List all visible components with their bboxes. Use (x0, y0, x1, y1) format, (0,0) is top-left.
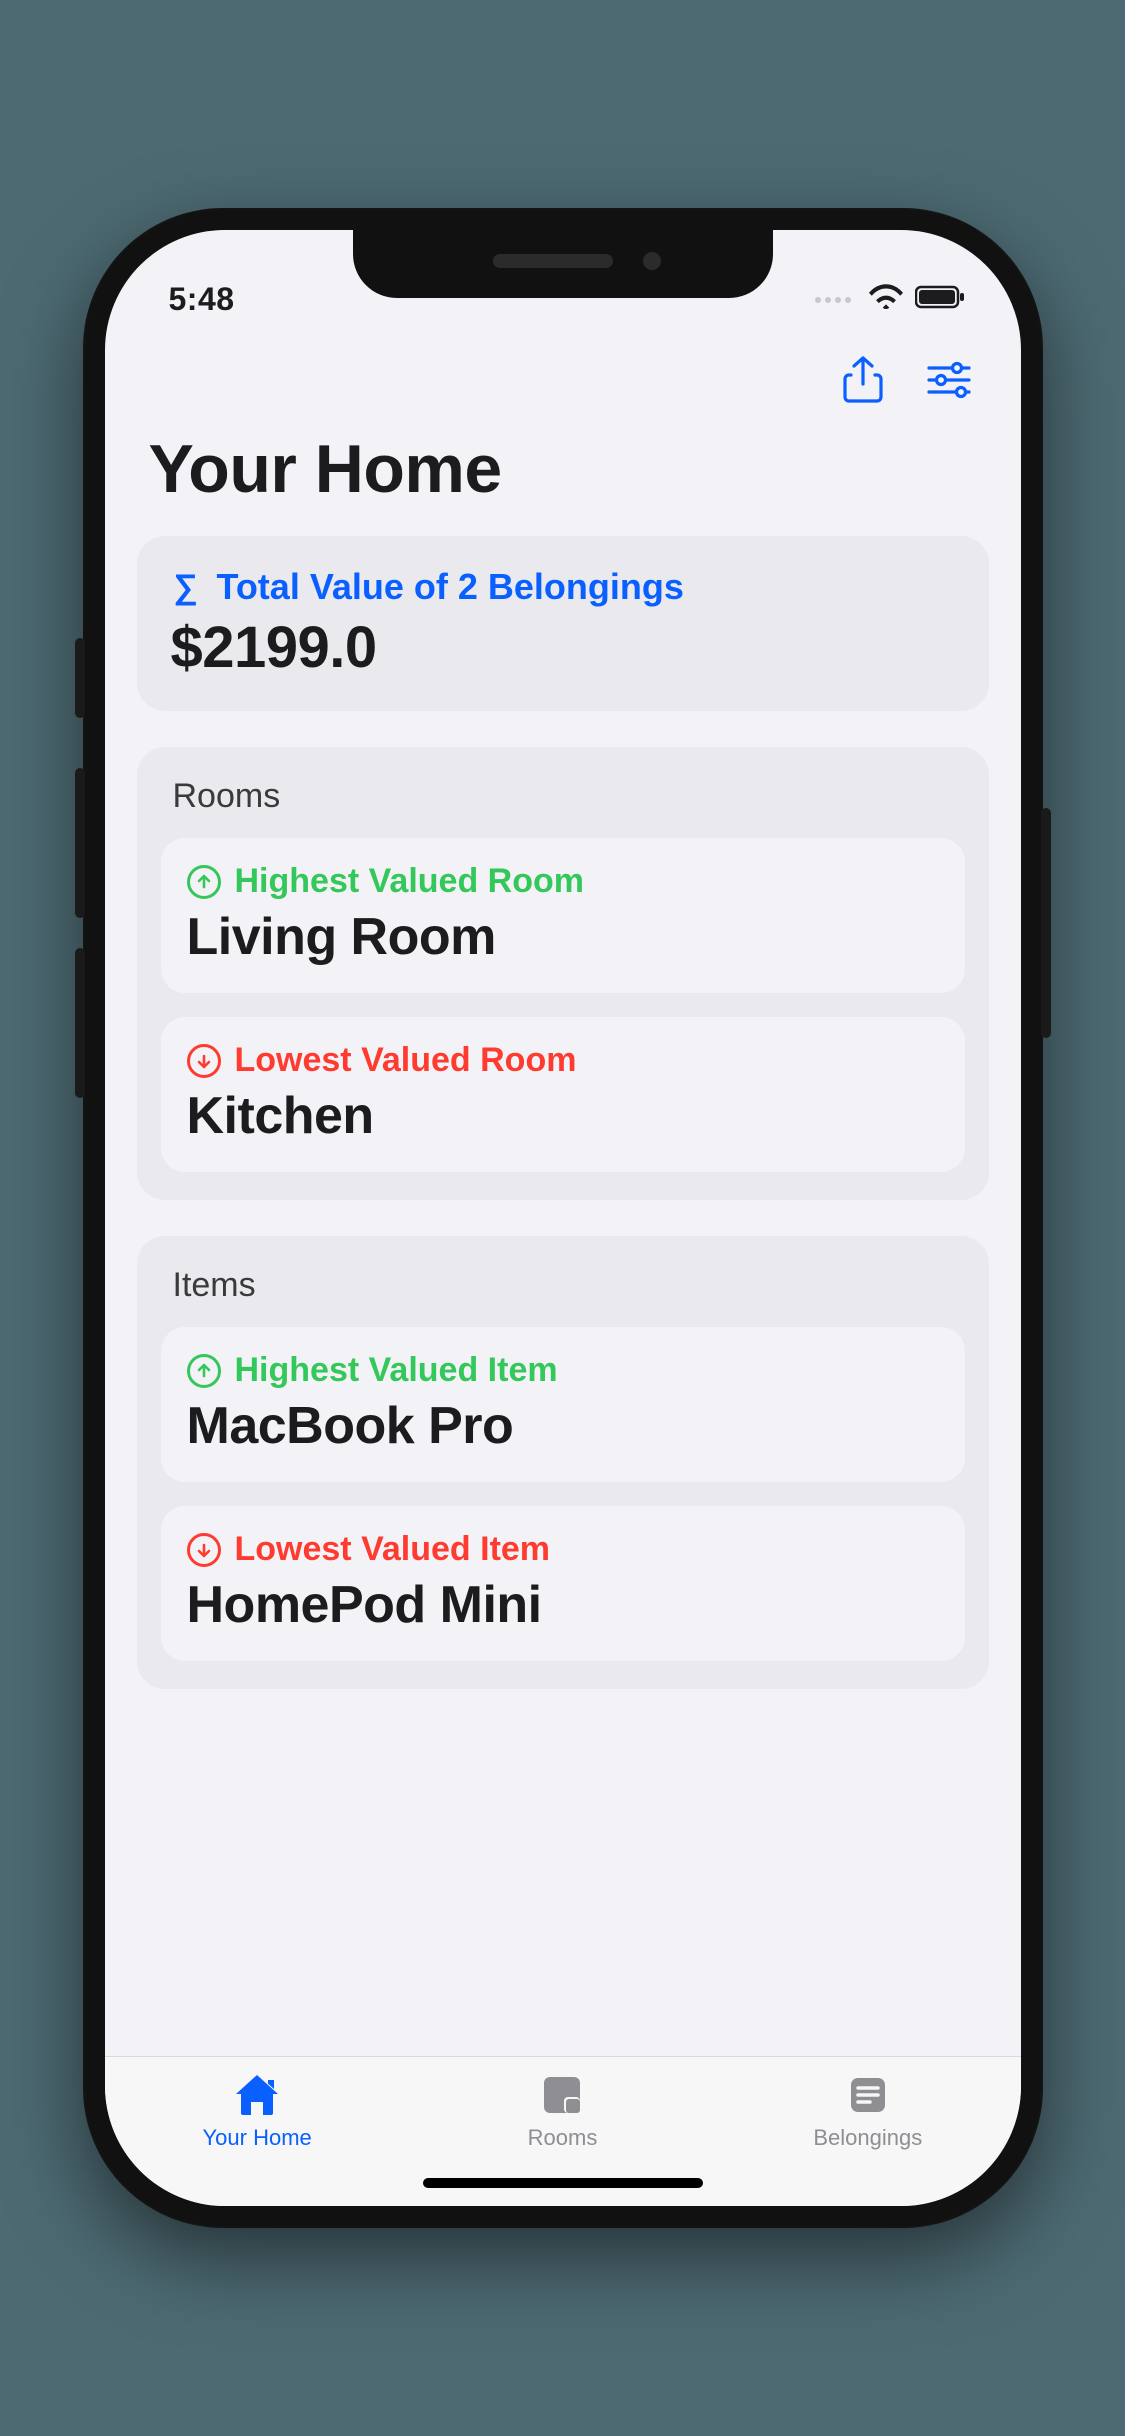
content-scroll[interactable]: ∑ Total Value of 2 Belongings $2199.0 Ro… (105, 536, 1021, 2056)
highest-room-label: Highest Valued Room (235, 862, 585, 901)
lowest-item-value: HomePod Mini (187, 1569, 939, 1635)
arrow-up-circle-icon (187, 1354, 221, 1388)
side-button (75, 768, 85, 918)
items-group: Items Highest Valued Item MacBook Pro (137, 1236, 989, 1689)
cellular-dots-icon (815, 297, 851, 303)
lowest-item-label: Lowest Valued Item (235, 1530, 551, 1569)
settings-sliders-button[interactable] (921, 352, 977, 408)
lowest-room-value: Kitchen (187, 1080, 939, 1146)
share-button[interactable] (835, 352, 891, 408)
total-value-amount: $2199.0 (165, 608, 961, 681)
highest-room-value: Living Room (187, 901, 939, 967)
items-group-header: Items (161, 1262, 965, 1327)
arrow-up-circle-icon (187, 865, 221, 899)
screen: 5:48 (105, 230, 1021, 2206)
rooms-icon (535, 2071, 589, 2119)
highest-item-card[interactable]: Highest Valued Item MacBook Pro (161, 1327, 965, 1482)
tab-label: Rooms (528, 2125, 598, 2151)
rooms-group: Rooms Highest Valued Room Living Room (137, 747, 989, 1200)
arrow-down-circle-icon (187, 1533, 221, 1567)
highest-item-value: MacBook Pro (187, 1390, 939, 1456)
wifi-icon (869, 281, 903, 318)
tab-belongings[interactable]: Belongings (715, 2071, 1020, 2151)
side-button (75, 948, 85, 1098)
highest-room-card[interactable]: Highest Valued Room Living Room (161, 838, 965, 993)
tab-label: Belongings (813, 2125, 922, 2151)
lowest-room-label: Lowest Valued Room (235, 1041, 577, 1080)
status-time: 5:48 (169, 281, 235, 318)
tab-label: Your Home (203, 2125, 312, 2151)
highest-item-label: Highest Valued Item (235, 1351, 558, 1390)
rooms-group-header: Rooms (161, 773, 965, 838)
arrow-down-circle-icon (187, 1044, 221, 1078)
phone-frame: 5:48 (83, 208, 1043, 2228)
notch (353, 230, 773, 298)
side-button (1041, 808, 1051, 1038)
battery-icon (915, 281, 967, 318)
home-indicator[interactable] (423, 2178, 703, 2188)
lowest-room-card[interactable]: Lowest Valued Room Kitchen (161, 1017, 965, 1172)
sigma-icon: ∑ (171, 568, 201, 607)
page-title: Your Home (105, 412, 1021, 536)
tab-rooms[interactable]: Rooms (410, 2071, 715, 2151)
lowest-item-card[interactable]: Lowest Valued Item HomePod Mini (161, 1506, 965, 1661)
total-value-label: Total Value of 2 Belongings (217, 566, 684, 608)
side-button (75, 638, 85, 718)
tab-your-home[interactable]: Your Home (105, 2071, 410, 2151)
house-icon (230, 2071, 284, 2119)
total-value-card: ∑ Total Value of 2 Belongings $2199.0 (137, 536, 989, 711)
nav-bar (105, 326, 1021, 412)
list-icon (841, 2071, 895, 2119)
